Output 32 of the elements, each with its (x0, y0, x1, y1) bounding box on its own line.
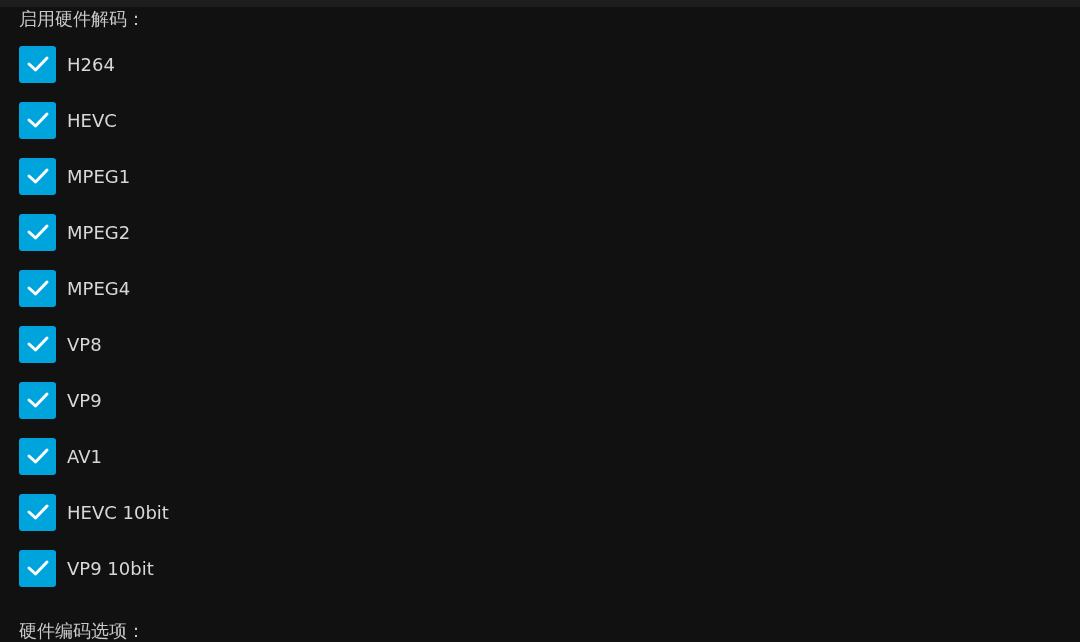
check-icon (25, 335, 50, 353)
check-icon (25, 111, 50, 129)
checkbox[interactable] (19, 45, 56, 83)
checkbox[interactable] (19, 325, 56, 363)
section-heading: 启用硬件解码： (19, 8, 145, 30)
checkbox[interactable] (19, 101, 56, 139)
checkbox-label: HEVC (67, 108, 117, 133)
check-icon (25, 55, 50, 73)
checkbox[interactable] (19, 381, 56, 419)
checkbox-label: VP9 10bit (67, 556, 154, 581)
checkbox[interactable] (19, 437, 56, 475)
check-icon (25, 279, 50, 297)
section-heading: 硬件编码选项： (19, 620, 145, 642)
checkbox[interactable] (19, 493, 56, 531)
check-icon (25, 223, 50, 241)
checkbox-label: MPEG4 (67, 276, 131, 301)
checkbox[interactable] (19, 157, 56, 195)
check-icon (25, 503, 50, 521)
checkbox-label: MPEG2 (67, 220, 131, 245)
checkbox[interactable] (19, 549, 56, 587)
checkbox-label: H264 (67, 52, 115, 77)
check-icon (25, 447, 50, 465)
check-icon (25, 391, 50, 409)
checkbox-label: VP8 (67, 332, 102, 357)
checkbox-label: AV1 (67, 444, 102, 469)
checkbox-label: HEVC 10bit (67, 500, 169, 525)
checkbox[interactable] (19, 213, 56, 251)
checkbox-label: VP9 (67, 388, 102, 413)
check-icon (25, 167, 50, 185)
check-icon (25, 559, 50, 577)
checkbox-label: MPEG1 (67, 164, 131, 189)
checkbox[interactable] (19, 269, 56, 307)
